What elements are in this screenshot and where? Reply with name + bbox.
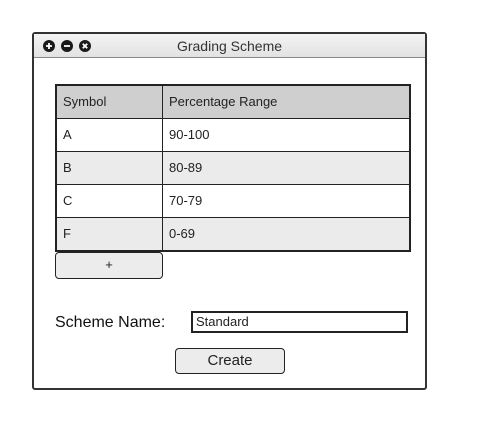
scheme-name-input[interactable]: Standard [191, 311, 408, 333]
symbol-cell[interactable]: C [57, 185, 163, 217]
range-cell[interactable]: 0-69 [163, 218, 409, 250]
add-row-button[interactable]: + [55, 252, 163, 279]
title-bar: Grading Scheme [34, 34, 425, 58]
table-header-row: Symbol Percentage Range [57, 86, 409, 118]
column-header-symbol[interactable]: Symbol [57, 86, 163, 118]
range-cell[interactable]: 70-79 [163, 185, 409, 217]
table-row[interactable]: A 90-100 [57, 118, 409, 151]
range-cell[interactable]: 80-89 [163, 152, 409, 184]
column-header-percentage-range[interactable]: Percentage Range [163, 86, 409, 118]
table-row[interactable]: C 70-79 [57, 184, 409, 217]
grading-table: Symbol Percentage Range A 90-100 B 80-89… [55, 84, 411, 252]
symbol-cell[interactable]: F [57, 218, 163, 250]
range-cell[interactable]: 90-100 [163, 119, 409, 151]
window-title: Grading Scheme [176, 38, 283, 54]
scheme-name-label: Scheme Name: [55, 314, 166, 331]
symbol-cell[interactable]: B [57, 152, 163, 184]
table-row[interactable]: F 0-69 [57, 217, 409, 250]
create-button[interactable]: Create [175, 348, 285, 374]
symbol-cell[interactable]: A [57, 119, 163, 151]
grading-scheme-window: Grading Scheme Symbol Percentage Range A… [32, 32, 427, 390]
table-row[interactable]: B 80-89 [57, 151, 409, 184]
